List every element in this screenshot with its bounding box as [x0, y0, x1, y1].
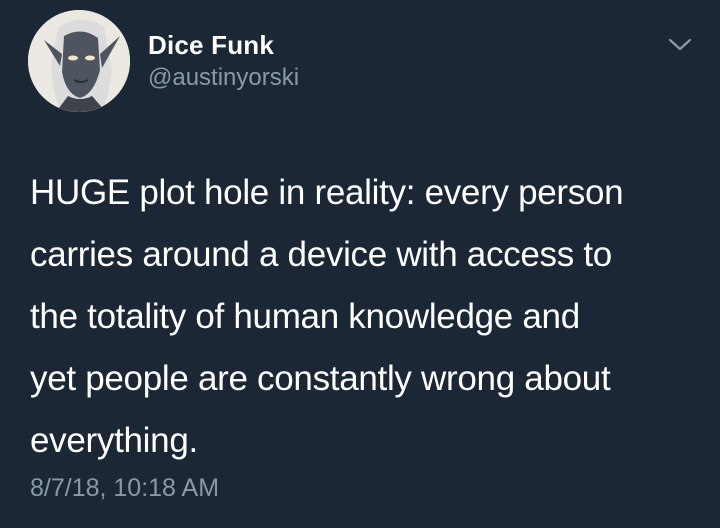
tweet-line: carries around a device with access to — [30, 235, 612, 274]
avatar[interactable] — [28, 10, 130, 112]
tweet-body: HUGE plot hole in reality: every person … — [30, 162, 700, 472]
chevron-down-icon[interactable] — [666, 34, 694, 54]
tweet-timestamp[interactable]: 8/7/18, 10:18 AM — [30, 474, 219, 503]
chevron-down-icon-shape — [668, 38, 692, 51]
author-handle[interactable]: @austinyorski — [148, 64, 299, 92]
tweet-line: the totality of human knowledge and — [30, 297, 580, 336]
tweet-line: everything. — [30, 421, 198, 460]
avatar-illustration — [28, 10, 130, 112]
author-display-name[interactable]: Dice Funk — [148, 30, 274, 61]
tweet-line: yet people are constantly wrong about — [30, 359, 611, 398]
tweet-line: HUGE plot hole in reality: every person — [30, 173, 624, 212]
tweet-card: Dice Funk @austinyorski HUGE plot hole i… — [0, 0, 720, 528]
